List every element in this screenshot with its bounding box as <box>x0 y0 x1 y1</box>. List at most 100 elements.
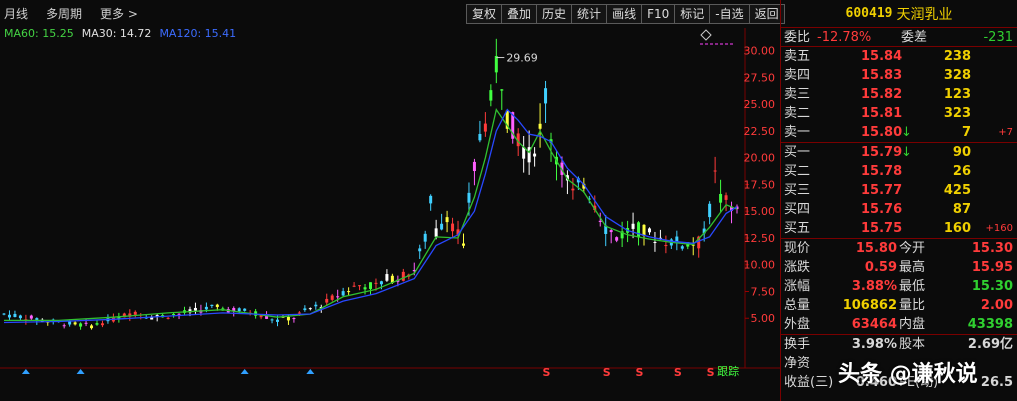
restore-rights-button[interactable]: 复权 <box>466 4 502 24</box>
candle-body <box>363 287 367 290</box>
candle-body <box>177 313 181 315</box>
history-button[interactable]: 历史 <box>536 4 572 24</box>
wc-value: -231 <box>983 30 1013 45</box>
more-button[interactable]: 更多 > <box>100 5 138 22</box>
level-label: 买二 <box>784 164 811 179</box>
candle-body <box>243 308 247 311</box>
stock-name: 天润乳业 <box>896 6 953 23</box>
ask-level-row[interactable]: 卖四 15.83 328 <box>781 66 1017 85</box>
level-price: 15.77 <box>861 183 903 198</box>
field-value: 2.69亿 <box>967 337 1013 352</box>
level-volume: 26 <box>952 164 971 179</box>
period-bar: 月线 多周期 更多 > <box>0 0 470 26</box>
field-value: 3.98% <box>851 337 897 352</box>
level-label: 买四 <box>784 202 811 217</box>
candle-body <box>292 318 296 320</box>
bid-level-row[interactable]: 买四 15.76 87 <box>781 200 1017 219</box>
y-tick-label: 12.50 <box>744 232 776 245</box>
level-price: 15.84 <box>861 49 903 64</box>
bid-level-row[interactable]: 买二 15.78 26 <box>781 162 1017 181</box>
candle-body <box>429 195 433 204</box>
ma30-label: MA30: 14.72 <box>81 27 152 40</box>
order-ratio-row: 委比 -12.78% 委差 -231 <box>781 28 1017 47</box>
candle-body <box>451 223 455 232</box>
level-volume: 7 <box>961 125 971 140</box>
field-label: 收益(三) <box>784 375 834 390</box>
sell-signal-icon: S <box>707 366 715 379</box>
candle-body <box>647 228 651 233</box>
peak-label: 29.69 <box>506 52 538 65</box>
ask-level-row[interactable]: 卖一 15.80 ↓ 7 +7 <box>781 123 1017 142</box>
kline-chart[interactable]: 30.00 27.50 25.00 22.50 20.00 17.50 15.00 12.50… <box>0 0 780 401</box>
candle-body <box>270 319 274 321</box>
candle-body <box>2 313 6 315</box>
buy-signal-icon <box>21 369 30 374</box>
ask-level-row[interactable]: 卖二 15.81 323 <box>781 104 1017 123</box>
stock-code: 600419 <box>845 6 893 21</box>
y-tick-label: 15.00 <box>744 205 776 218</box>
y-tick-label: 20.00 <box>744 152 776 165</box>
candle-body <box>347 291 351 293</box>
candle-body <box>215 304 219 307</box>
multi-period-button[interactable]: 多周期 <box>46 5 82 22</box>
field-label: 换手 <box>784 337 811 352</box>
candle-body <box>598 220 602 222</box>
app-window: 30.00 27.50 25.00 22.50 20.00 17.50 15.00 12.50… <box>0 0 1017 401</box>
watermark: 头条 @谦秋说 <box>838 362 978 387</box>
field-label: 最低 <box>899 279 926 294</box>
candle-body <box>571 188 575 191</box>
remove-watchlist-button[interactable]: -自选 <box>709 4 749 24</box>
bid-level-row[interactable]: 买三 15.77 425 <box>781 181 1017 200</box>
level-label: 买一 <box>784 145 811 160</box>
candle-body <box>166 317 170 319</box>
draw-line-button[interactable]: 画线 <box>606 4 642 24</box>
level-label: 买三 <box>784 183 811 198</box>
ask-level-row[interactable]: 卖五 15.84 238 <box>781 47 1017 66</box>
candle-body <box>483 123 487 132</box>
f10-button[interactable]: F10 <box>641 4 675 24</box>
ask-level-row[interactable]: 卖三 15.82 123 <box>781 85 1017 104</box>
candle-body <box>330 295 334 300</box>
mark-button[interactable]: 标记 <box>674 4 710 24</box>
bid-level-row[interactable]: 买五 15.75 160 +160 <box>781 219 1017 238</box>
candle-body <box>401 271 405 281</box>
level-label: 卖二 <box>784 106 811 121</box>
candle-body <box>314 304 318 307</box>
y-tick-label: 27.50 <box>744 71 776 84</box>
candle-body <box>423 233 427 242</box>
level-volume: 90 <box>952 145 971 160</box>
y-tick-label: 30.00 <box>744 45 776 58</box>
candle-body <box>440 223 444 230</box>
candle-body <box>385 274 389 281</box>
statistics-button[interactable]: 统计 <box>571 4 607 24</box>
field-label: 量比 <box>899 298 926 313</box>
candle-body <box>418 248 422 252</box>
candle-body <box>13 313 17 318</box>
ma60-label: MA60: 15.25 <box>4 27 74 40</box>
field-value: 15.80 <box>855 241 897 256</box>
field-label: 涨幅 <box>784 279 811 294</box>
candle-body <box>90 325 94 329</box>
field-label: 股本 <box>899 337 926 352</box>
candle-body <box>325 298 329 303</box>
quote-row: 外盘 63464 内盘 43398 <box>781 315 1017 334</box>
candle-body <box>544 88 548 104</box>
sell-signal-icon: S <box>674 366 682 379</box>
field-value: 2.00 <box>980 298 1013 313</box>
level-price: 15.83 <box>861 68 903 83</box>
period-monthly[interactable]: 月线 <box>4 5 28 22</box>
bid-level-row[interactable]: 买一 15.79 ↓ 90 <box>781 143 1017 162</box>
level-volume: 160 <box>943 221 971 236</box>
candle-body <box>286 316 290 321</box>
ma-legend: MA60: 15.25 MA30: 14.72 MA120: 15.41 <box>4 27 236 40</box>
candle-body <box>84 322 88 324</box>
overlay-button[interactable]: 叠加 <box>501 4 537 24</box>
candle-body <box>664 245 668 247</box>
ma120-label: MA120: 15.41 <box>159 27 237 40</box>
fundamentals-row: 换手 3.98% 股本 2.69亿 <box>781 335 1017 354</box>
bid-book: 买一 15.79 ↓ 90 买二 15.78 26 买三 15.77 425 买四 15.76 87 买五… <box>781 143 1017 239</box>
level-price: 15.79 <box>861 145 903 160</box>
candle-body <box>461 243 465 246</box>
level-price: 15.78 <box>861 164 903 179</box>
y-tick-label: 5.00 <box>751 312 776 325</box>
